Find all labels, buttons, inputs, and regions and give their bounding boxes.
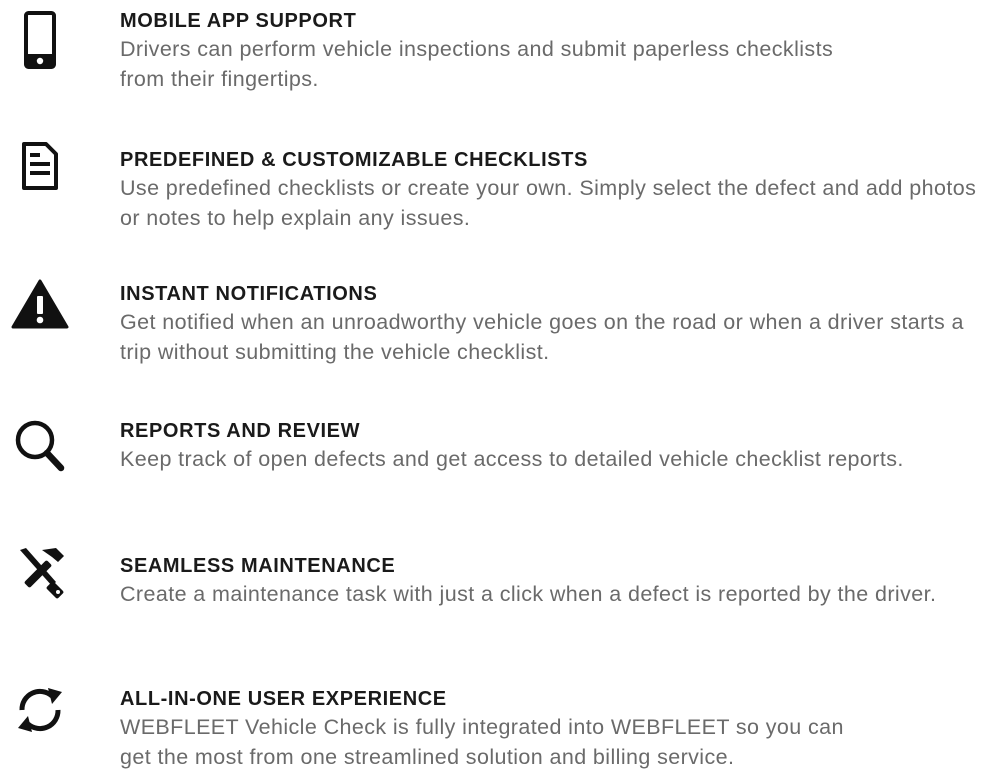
feature-description: Drivers can perform vehicle inspections … xyxy=(120,37,834,91)
feature-text: SEAMLESS MAINTENANCE Create a maintenanc… xyxy=(120,553,980,609)
feature-description: Get notified when an unroadworthy vehicl… xyxy=(120,310,964,364)
warning-icon xyxy=(0,279,80,359)
feature-title: MOBILE APP SUPPORT xyxy=(120,10,357,32)
tools-icon xyxy=(0,544,80,624)
feature-text: MOBILE APP SUPPORT Drivers can perform v… xyxy=(120,8,980,94)
feature-title: ALL-IN-ONE USER EXPERIENCE xyxy=(120,688,447,710)
feature-title: PREDEFINED & CUSTOMIZABLE CHECKLISTS xyxy=(120,149,588,171)
feature-description: Create a maintenance task with just a cl… xyxy=(120,582,937,606)
feature-text: REPORTS AND REVIEW Keep track of open de… xyxy=(120,418,980,474)
mobile-phone-icon xyxy=(0,10,80,90)
feature-title: SEAMLESS MAINTENANCE xyxy=(120,555,396,577)
feature-description: Use predefined checklists or create your… xyxy=(120,176,977,230)
feature-title: INSTANT NOTIFICATIONS xyxy=(120,283,378,305)
feature-description: Keep track of open defects and get acces… xyxy=(120,447,904,471)
feature-description: WEBFLEET Vehicle Check is fully integrat… xyxy=(120,715,844,769)
feature-title: REPORTS AND REVIEW xyxy=(120,420,361,442)
feature-text: ALL-IN-ONE USER EXPERIENCE WEBFLEET Vehi… xyxy=(120,686,980,772)
search-icon xyxy=(0,414,80,494)
feature-text: INSTANT NOTIFICATIONS Get notified when … xyxy=(120,281,980,367)
document-icon xyxy=(0,141,80,221)
sync-icon xyxy=(0,680,80,760)
feature-text: PREDEFINED & CUSTOMIZABLE CHECKLISTS Use… xyxy=(120,147,980,233)
